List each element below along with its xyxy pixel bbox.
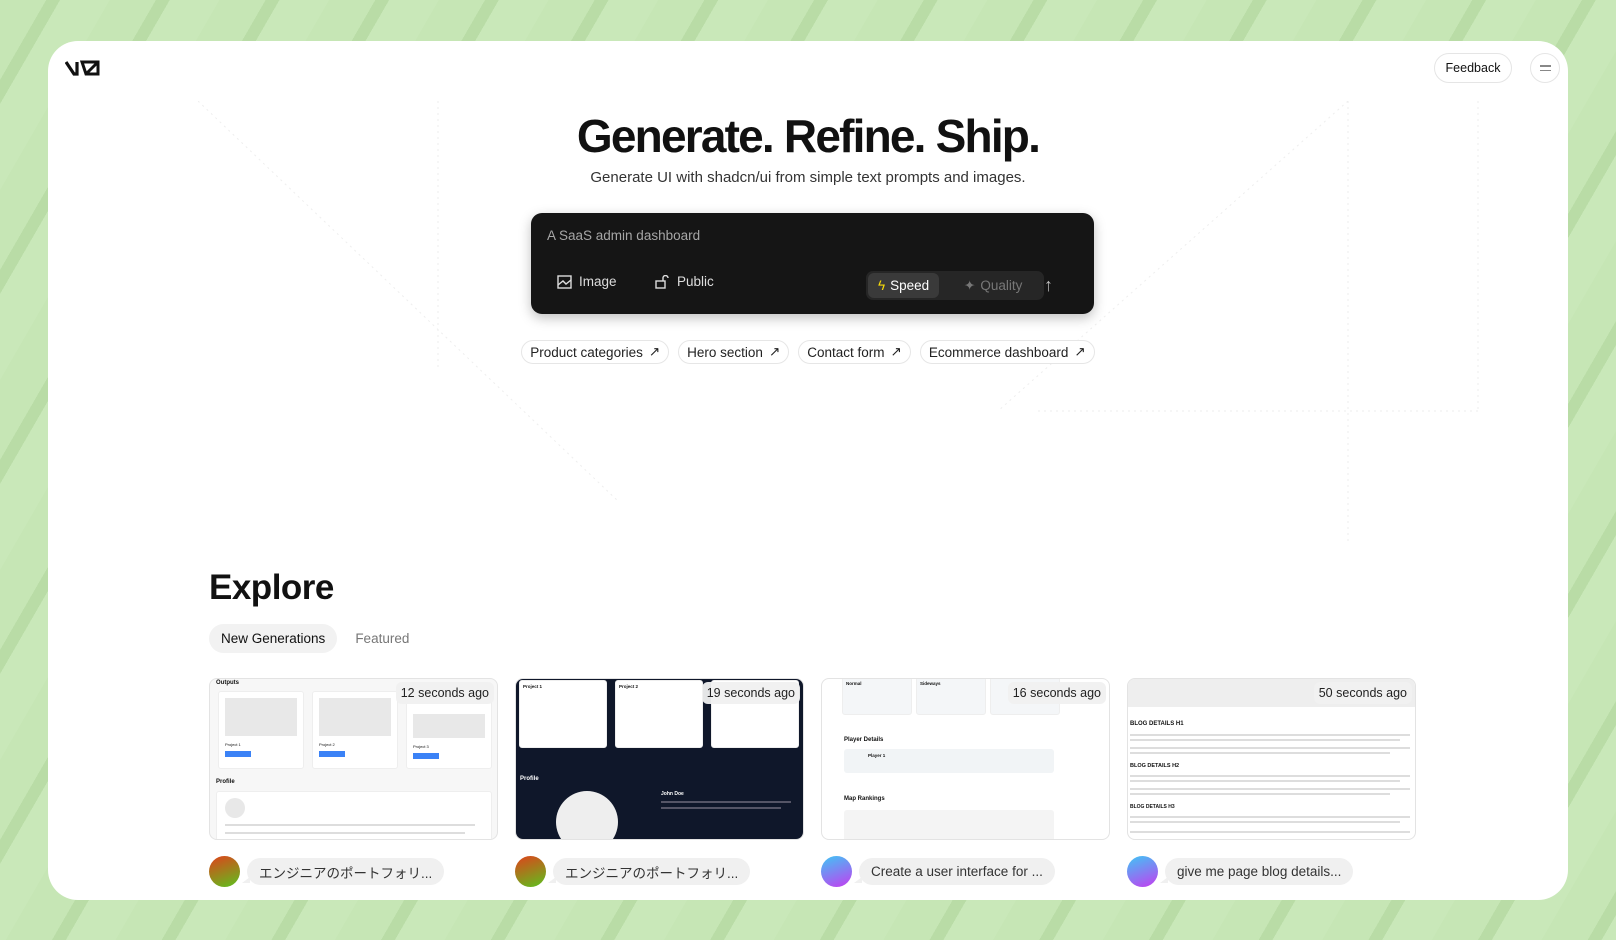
- arrow-up-right-icon: ↗: [1074, 344, 1086, 359]
- prompt-bubble[interactable]: エンジニアのポートフォリ...: [241, 858, 445, 885]
- thumb-text: Normal: [846, 681, 862, 686]
- arrow-up-icon: ↑: [1044, 275, 1053, 295]
- thumb-heading: Profile: [520, 776, 539, 782]
- suggestion-chip[interactable]: Contact form ↗: [798, 340, 911, 364]
- speed-option[interactable]: ϟ Speed: [868, 273, 940, 298]
- image-label: Image: [579, 274, 617, 289]
- generation-card[interactable]: Outputs Project 1 Project 2 Project 3 Pr…: [209, 678, 498, 887]
- card-thumbnail[interactable]: Outputs Project 1 Project 2 Project 3 Pr…: [209, 678, 498, 840]
- tab-new-generations[interactable]: New Generations: [209, 624, 338, 653]
- timestamp: 16 seconds ago: [1007, 682, 1106, 704]
- thumb-text: Project 2: [619, 684, 639, 689]
- tab-featured[interactable]: Featured: [343, 624, 421, 653]
- timestamp: 50 seconds ago: [1313, 682, 1412, 704]
- arrow-up-right-icon: ↗: [890, 344, 902, 359]
- chip-label: Contact form: [807, 344, 885, 360]
- lightning-icon: ϟ: [878, 278, 886, 293]
- prompt-bubble[interactable]: エンジニアのポートフォリ...: [547, 858, 751, 885]
- arrow-up-right-icon: ↗: [648, 344, 661, 359]
- avatar[interactable]: [209, 856, 240, 887]
- card-thumbnail[interactable]: Normal Sideways Player Details Player 1 …: [821, 678, 1110, 840]
- thumb-heading: BLOG DETAILS H1: [1130, 721, 1184, 727]
- chip-label: Product categories: [530, 344, 643, 360]
- suggestion-chip[interactable]: Hero section ↗: [678, 340, 790, 364]
- thumb-heading: Map Rankings: [844, 796, 885, 802]
- thumb-text: Project 3: [413, 744, 429, 749]
- image-button[interactable]: Image: [557, 274, 617, 289]
- thumb-heading: Profile: [216, 779, 235, 785]
- avatar[interactable]: [1127, 856, 1158, 887]
- thumb-heading: Outputs: [216, 680, 239, 686]
- quality-option[interactable]: ✦ Quality: [954, 273, 1032, 298]
- prompt-bubble[interactable]: Create a user interface for ...: [854, 858, 1055, 885]
- menu-button[interactable]: [1530, 53, 1560, 83]
- timestamp: 19 seconds ago: [701, 682, 800, 704]
- speed-label: Speed: [890, 278, 930, 293]
- explore-tabs: New Generations Featured: [209, 624, 421, 653]
- thumb-text: Project 1: [225, 742, 241, 747]
- card-thumbnail[interactable]: Project 1 Project 2 Profile John Doe 19 …: [515, 678, 804, 840]
- thumb-text: Sideways: [920, 681, 941, 686]
- arrow-up-right-icon: ↗: [768, 344, 781, 359]
- avatar[interactable]: [515, 856, 546, 887]
- thumb-text: Project 2: [319, 742, 335, 747]
- prompt-box[interactable]: A SaaS admin dashboard Image Public ϟ Spe…: [531, 213, 1094, 314]
- prompt-bubble[interactable]: give me page blog details...: [1159, 858, 1354, 885]
- generation-card[interactable]: BLOG DETAILS H1 BLOG DETAILS H2 BLOG DET…: [1127, 678, 1416, 887]
- thumb-text: Player 1: [868, 753, 886, 758]
- thumb-heading: BLOG DETAILS H2: [1130, 763, 1180, 769]
- image-icon: [557, 274, 572, 289]
- generation-card[interactable]: Normal Sideways Player Details Player 1 …: [821, 678, 1110, 887]
- generation-card[interactable]: Project 1 Project 2 Profile John Doe 19 …: [515, 678, 804, 887]
- generation-cards: Outputs Project 1 Project 2 Project 3 Pr…: [209, 678, 1416, 887]
- thumb-text: Project 1: [523, 684, 543, 689]
- send-button[interactable]: ↑: [1044, 275, 1053, 296]
- sparkle-icon: ✦: [964, 277, 976, 293]
- chip-label: Hero section: [687, 344, 763, 360]
- thumb-text: John Doe: [661, 791, 684, 797]
- quality-label: Quality: [980, 278, 1023, 293]
- suggestion-chip[interactable]: Ecommerce dashboard ↗: [919, 340, 1095, 364]
- thumb-heading: BLOG DETAILS H3: [1130, 804, 1175, 810]
- suggestions: Product categories ↗ Hero section ↗ Contac…: [48, 340, 1568, 364]
- avatar[interactable]: [821, 856, 852, 887]
- visibility-button[interactable]: Public: [655, 274, 714, 289]
- timestamp: 12 seconds ago: [395, 682, 494, 704]
- app-window: Feedback Generate. Refine. Ship. Generat…: [48, 41, 1568, 900]
- suggestion-chip[interactable]: Product categories ↗: [521, 340, 670, 364]
- unlock-icon: [655, 274, 669, 289]
- v0-logo[interactable]: [64, 58, 105, 83]
- mode-toggle: ϟ Speed ✦ Quality: [866, 271, 1044, 300]
- feedback-button[interactable]: Feedback: [1434, 53, 1512, 83]
- chip-label: Ecommerce dashboard: [928, 344, 1069, 360]
- prompt-input[interactable]: A SaaS admin dashboard: [547, 228, 700, 243]
- public-label: Public: [677, 274, 714, 289]
- menu-icon: [1539, 65, 1551, 67]
- hero-subtitle: Generate UI with shadcn/ui from simple t…: [590, 169, 1026, 186]
- hero-title: Generate. Refine. Ship.: [576, 110, 1041, 162]
- thumb-heading: Player Details: [844, 737, 884, 743]
- card-thumbnail[interactable]: BLOG DETAILS H1 BLOG DETAILS H2 BLOG DET…: [1127, 678, 1416, 840]
- explore-heading: Explore: [209, 568, 334, 607]
